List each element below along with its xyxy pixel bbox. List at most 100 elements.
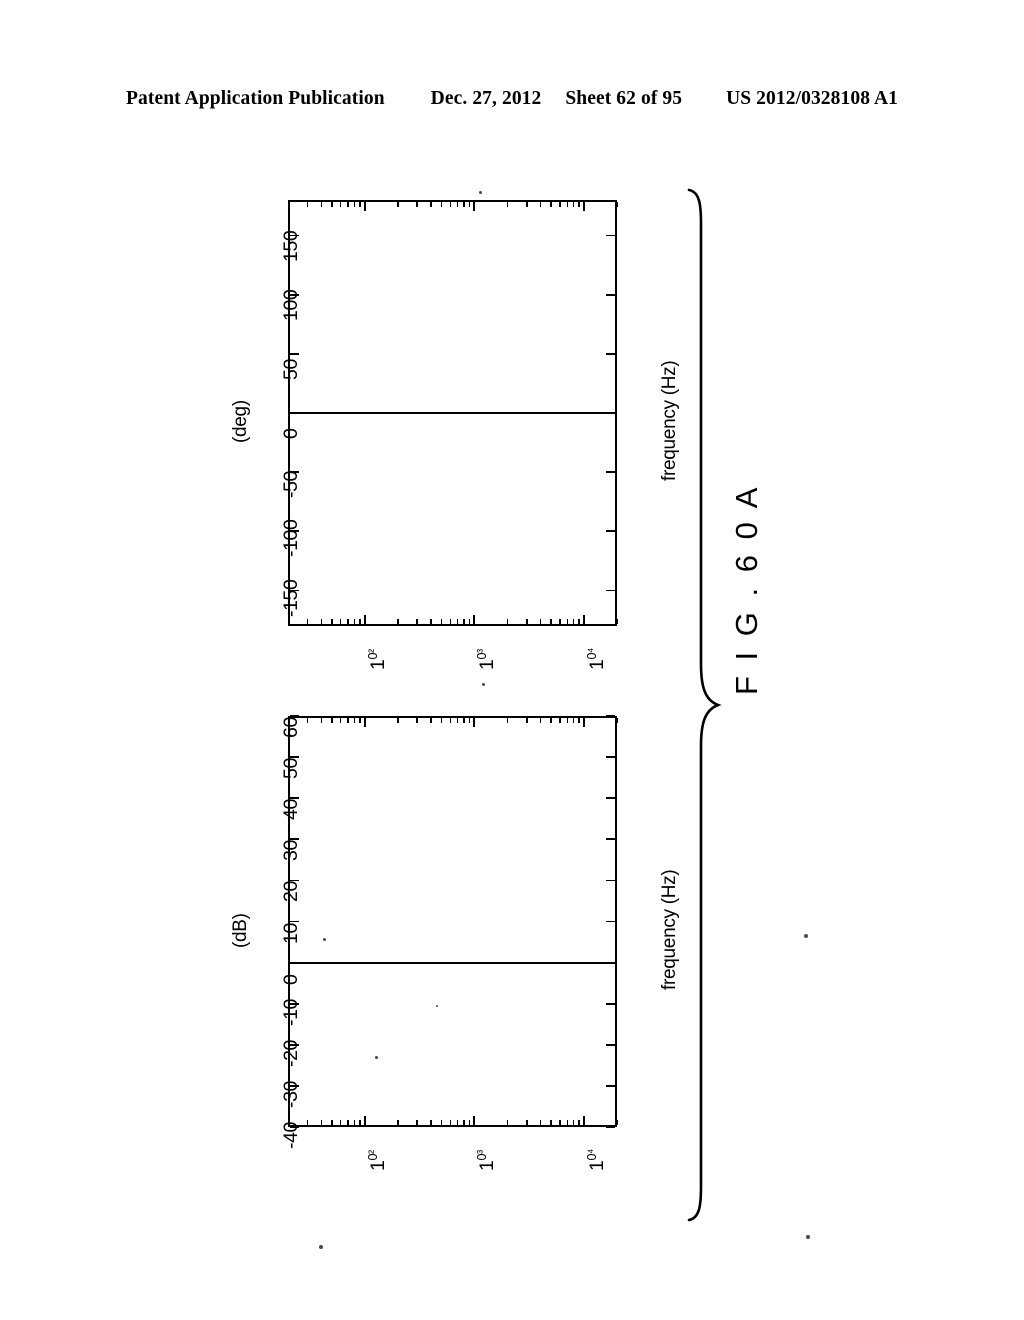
tick-freq-4000 [539,619,542,624]
tick-freq-90 [359,619,361,624]
frequency-tick-label-1000: 10³ [475,1150,499,1171]
scan-artifact [375,1056,378,1059]
tick-db-0-far [290,961,299,964]
tick-freq-400 [430,1120,432,1125]
frequency-tick-label-100: 10² [365,649,389,670]
tick-freq-90 [359,718,361,723]
tick-freq-20000 [616,718,618,723]
phase-data-trace [290,412,615,414]
tick-freq-700 [456,1120,459,1125]
tick-freq-40 [320,718,322,723]
tick-db-60 [606,715,615,717]
tick-freq-8000 [572,619,575,624]
frequency-tick-label-10000: 10⁴ [584,1149,608,1171]
tick-freq-300 [416,718,418,723]
db-tick-label--10: -10 [280,998,302,1026]
tick-freq-500 [440,1120,443,1125]
frequency-axis-title: frequency (Hz) [659,869,680,990]
tick-db-20 [606,879,615,882]
db-axis-title: (dB) [230,912,251,948]
tick-freq-7000 [566,718,568,723]
tick-freq-600 [449,718,451,723]
tick-freq-2000 [506,1120,509,1125]
tick-freq-900 [468,718,471,723]
tick-freq-30 [306,202,309,207]
tick-freq-900 [468,619,471,624]
tick-freq-700 [456,202,459,207]
tick-freq-2000 [506,718,509,723]
tick-deg-0 [606,412,615,414]
deg-tick-label-0: 0 [280,428,302,439]
tick-freq-10000 [583,615,585,624]
chart-phase-plot [287,200,618,626]
tick-freq-6000 [559,718,561,723]
tick-freq-40 [320,1120,322,1125]
tick-freq-400 [430,619,432,624]
tick-deg--100 [606,530,615,533]
tick-deg-0-far [290,412,299,414]
figure-brace [686,184,722,1226]
tick-freq-4000 [539,718,542,723]
tick-freq-1000 [473,718,476,727]
deg-tick-label--150: -150 [280,579,302,617]
scan-artifact [804,934,808,938]
tick-db-40 [606,797,615,800]
tick-freq-50 [331,619,333,624]
tick-freq-10000 [583,718,585,727]
tick-freq-5000 [550,619,552,624]
db-tick-label-40: 40 [280,799,302,821]
tick-freq-80 [353,718,355,723]
scan-artifact [323,938,326,941]
tick-freq-9000 [578,1120,580,1125]
tick-freq-3000 [526,202,528,207]
tick-deg-100 [606,293,615,296]
tick-freq-3000 [526,619,528,624]
tick-freq-7000 [566,1120,568,1125]
tick-freq-1000 [473,615,476,624]
tick-freq-700 [456,619,459,624]
tick-db-10 [606,920,615,923]
tick-freq-400 [430,202,432,207]
tick-freq-20 [287,619,289,624]
figure-caption: F I G . 6 0 A [729,484,764,695]
tick-freq-40 [320,619,322,624]
tick-freq-5000 [550,718,552,723]
tick-freq-1000 [473,202,476,211]
tick-freq-600 [449,619,451,624]
tick-freq-600 [449,1120,451,1125]
tick-freq-20000 [616,202,618,207]
tick-freq-80 [353,202,355,207]
tick-freq-8000 [572,1120,575,1125]
tick-deg--150 [606,589,615,592]
deg-tick-label--50: -50 [280,471,302,499]
tick-freq-30 [306,718,309,723]
tick-freq-800 [463,1120,465,1125]
db-tick-label-30: 30 [280,840,302,862]
tick-freq-70 [347,718,349,723]
brace-icon [687,188,722,1222]
tick-freq-5000 [550,1120,552,1125]
tick-db--20 [606,1043,615,1046]
tick-freq-9000 [578,718,580,723]
tick-freq-6000 [559,202,561,207]
tick-freq-50 [331,718,333,723]
tick-freq-70 [347,1120,349,1125]
scan-artifact [482,683,485,686]
tick-freq-1000 [473,1116,476,1125]
deg-tick-label-50: 50 [280,358,302,380]
db-tick-label-60: 60 [280,717,302,738]
magnitude-plot-box [288,716,617,1127]
tick-freq-6000 [559,1120,561,1125]
tick-freq-60 [339,1120,342,1125]
tick-freq-5000 [550,202,552,207]
figure-drawing: 150 100 50 0 -50 -100 -150 (deg) 10² 10³ 10⁴ fre… [0,0,1024,1320]
tick-freq-100 [363,1116,366,1125]
tick-freq-80 [353,1120,355,1125]
tick-freq-8000 [572,718,575,723]
tick-freq-10000 [583,1116,585,1125]
deg-tick-label-150: 150 [280,230,302,262]
tick-db-0 [606,961,615,964]
tick-deg-150 [606,234,615,237]
tick-freq-100 [363,615,366,624]
tick-freq-9000 [578,202,580,207]
